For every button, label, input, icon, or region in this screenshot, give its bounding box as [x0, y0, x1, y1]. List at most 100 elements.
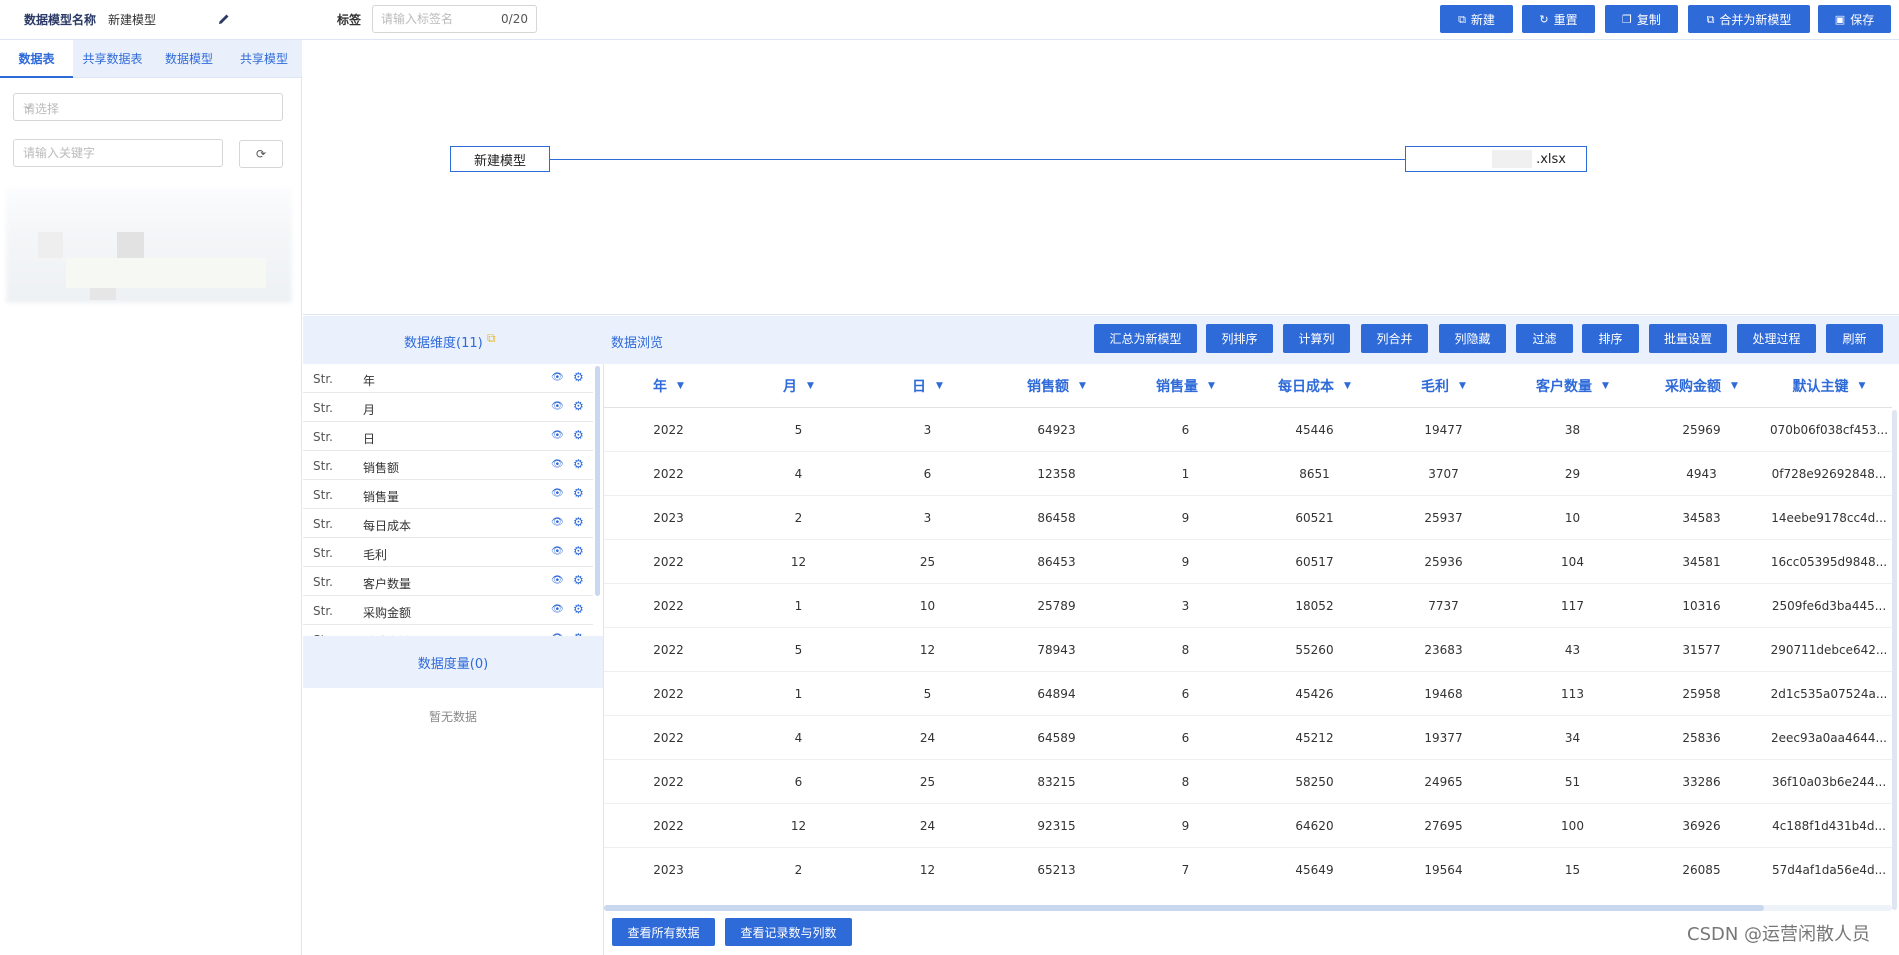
column-header[interactable]: 日 ▼	[863, 364, 992, 408]
dimension-row[interactable]: Str. 月 👁 ⚙	[303, 393, 593, 422]
filter-button[interactable]: 过滤	[1516, 324, 1573, 353]
refresh-icon[interactable]: ⟳	[239, 140, 283, 168]
summarize-new-model-button[interactable]: 汇总为新模型	[1094, 324, 1197, 353]
tab-shared-data-table[interactable]: 共享数据表	[75, 40, 150, 78]
column-header[interactable]: 月 ▼	[734, 364, 863, 408]
blurred-table-list	[6, 188, 292, 303]
caret-down-icon[interactable]: ▼	[807, 381, 814, 391]
keyword-search-input[interactable]	[14, 140, 214, 166]
caret-down-icon[interactable]: ▼	[1079, 381, 1086, 391]
column-sort-button[interactable]: 列排序	[1206, 324, 1273, 353]
dimension-row[interactable]: Str. 毛利 👁 ⚙	[303, 538, 593, 567]
column-header[interactable]: 默认主键 ▼	[1766, 364, 1892, 408]
column-header[interactable]: 每日成本 ▼	[1250, 364, 1379, 408]
gear-icon[interactable]: ⚙	[573, 573, 584, 587]
eye-icon[interactable]: 👁	[551, 372, 564, 383]
dimension-row[interactable]: Str. 客户数量 👁 ⚙	[303, 567, 593, 596]
gear-icon[interactable]: ⚙	[573, 370, 584, 384]
column-header[interactable]: 采购金额 ▼	[1637, 364, 1766, 408]
eye-icon[interactable]: 👁	[551, 604, 564, 615]
dimension-name: 日	[363, 432, 376, 446]
dimension-row[interactable]: Str. 销售额 👁 ⚙	[303, 451, 593, 480]
table-cell: 34581	[1682, 555, 1721, 569]
caret-down-icon[interactable]: ▼	[1459, 381, 1466, 391]
view-all-data-button[interactable]: 查看所有数据	[612, 918, 715, 946]
caret-down-icon[interactable]: ▼	[936, 381, 943, 391]
column-merge-button[interactable]: 列合并	[1361, 324, 1428, 353]
table-cell: 6	[1181, 687, 1190, 701]
pencil-icon[interactable]	[217, 12, 231, 26]
refresh-button[interactable]: 刷新	[1826, 324, 1883, 353]
table-cell: 2022	[653, 643, 684, 657]
target-file-extension: .xlsx	[1536, 151, 1566, 167]
caret-down-icon[interactable]: ▼	[1859, 381, 1866, 391]
copy-button[interactable]: ❐ 复制	[1605, 5, 1678, 33]
caret-down-icon[interactable]: ▼	[677, 381, 684, 391]
table-cell: 64923	[1037, 423, 1076, 437]
view-record-count-button[interactable]: 查看记录数与列数	[725, 918, 852, 946]
caret-down-icon[interactable]: ▼	[1602, 381, 1609, 391]
eye-icon[interactable]: 👁	[551, 575, 564, 586]
table-cell: 070b06f038cf453...	[1769, 423, 1889, 437]
table-cell: 25789	[1037, 599, 1076, 613]
caret-down-icon[interactable]: ▼	[1344, 381, 1351, 391]
eye-icon[interactable]: 👁	[551, 459, 564, 470]
dimension-row[interactable]: Str.默认主键👁⚙	[303, 625, 593, 636]
gear-icon[interactable]: ⚙	[573, 399, 584, 413]
eye-icon[interactable]: 👁	[551, 546, 564, 557]
reset-button[interactable]: ↻ 重置	[1522, 5, 1595, 33]
copy-dimension-icon[interactable]: ⧉	[487, 331, 496, 346]
sort-button[interactable]: 排序	[1582, 324, 1639, 353]
table-cell: 10316	[1682, 599, 1721, 613]
column-header[interactable]: 销售额 ▼	[992, 364, 1121, 408]
gear-icon[interactable]: ⚙	[573, 428, 584, 442]
column-hide-button[interactable]: 列隐藏	[1439, 324, 1506, 353]
dimension-row[interactable]: Str. 日 👁 ⚙	[303, 422, 593, 451]
column-header[interactable]: 年 ▼	[604, 364, 733, 408]
gear-icon[interactable]: ⚙	[573, 544, 584, 558]
dimension-scrollbar[interactable]	[595, 366, 600, 596]
reset-button-label: 重置	[1553, 12, 1578, 27]
dimension-row[interactable]: Str. 年 👁 ⚙	[303, 364, 593, 393]
table-cell: 45446	[1295, 423, 1334, 437]
dimension-row[interactable]: Str. 每日成本 👁 ⚙	[303, 509, 593, 538]
calculated-column-button[interactable]: 计算列	[1283, 324, 1350, 353]
eye-icon[interactable]: 👁	[551, 430, 564, 441]
dimension-row[interactable]: Str. 采购金额 👁 ⚙	[303, 596, 593, 625]
copy-icon: ❐	[1622, 12, 1632, 26]
gear-icon[interactable]: ⚙	[573, 486, 584, 500]
column-header[interactable]: 销售量 ▼	[1121, 364, 1250, 408]
caret-down-icon[interactable]: ▼	[1731, 381, 1738, 391]
tab-data-model[interactable]: 数据模型	[152, 40, 226, 78]
dimension-type: Str.	[313, 488, 333, 502]
column-header[interactable]: 客户数量 ▼	[1508, 364, 1637, 408]
gear-icon[interactable]: ⚙	[573, 457, 584, 471]
caret-down-icon[interactable]: ▼	[1208, 381, 1215, 391]
eye-icon[interactable]: 👁	[551, 517, 564, 528]
table-cell: 25958	[1682, 687, 1721, 701]
column-header[interactable]: 毛利 ▼	[1379, 364, 1508, 408]
tag-input[interactable]	[373, 6, 493, 32]
table-horizontal-scrollbar[interactable]	[604, 905, 1892, 911]
table-select[interactable]: 请选择 ⌄	[13, 93, 283, 121]
tab-shared-model[interactable]: 共享模型	[228, 40, 300, 78]
source-model-node[interactable]: 新建模型	[450, 146, 550, 172]
save-button[interactable]: ▣ 保存	[1818, 5, 1891, 33]
tab-data-table[interactable]: 数据表	[0, 40, 73, 78]
gear-icon[interactable]: ⚙	[573, 602, 584, 616]
eye-icon[interactable]: 👁	[551, 401, 564, 412]
merge-new-model-button[interactable]: ⧉ 合并为新模型	[1688, 5, 1810, 33]
dimension-row[interactable]: Str. 销售量 👁 ⚙	[303, 480, 593, 509]
gear-icon[interactable]: ⚙	[573, 515, 584, 529]
column-header-label: 毛利	[1421, 379, 1450, 395]
new-button[interactable]: ⧉ 新建	[1440, 5, 1513, 33]
target-file-node[interactable]: .xlsx	[1405, 146, 1587, 172]
horizontal-scroll-thumb[interactable]	[604, 905, 1764, 911]
process-steps-button[interactable]: 处理过程	[1737, 324, 1816, 353]
model-canvas[interactable]: 新建模型 .xlsx	[303, 40, 1899, 315]
tag-input-box[interactable]: 0/20	[372, 5, 537, 33]
keyword-search-box[interactable]	[13, 139, 223, 167]
eye-icon[interactable]: 👁	[551, 488, 564, 499]
table-vertical-scrollbar[interactable]	[1892, 410, 1897, 910]
batch-settings-button[interactable]: 批量设置	[1649, 324, 1727, 353]
